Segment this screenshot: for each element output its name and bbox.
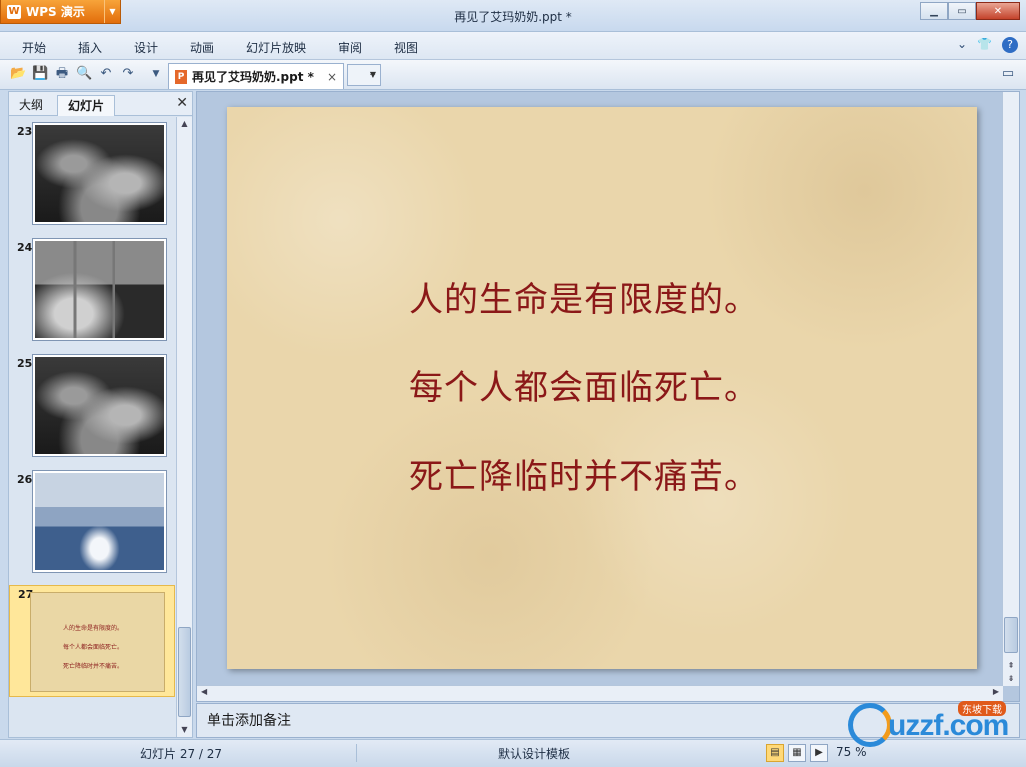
slide-thumbnail-image	[33, 123, 166, 224]
normal-view-icon[interactable]: ▤	[766, 744, 784, 762]
notes-placeholder: 单击添加备注	[207, 713, 291, 729]
mini-slide-line: 人的生命是有限度的。	[63, 625, 124, 632]
site-watermark: uzzf.com 东坡下载	[848, 701, 1018, 749]
window-title: 再见了艾玛奶奶.ppt *	[454, 10, 572, 24]
ppt-file-icon: P	[175, 69, 187, 84]
slides-panel: 大纲 幻灯片 ✕ 23 24 25 26 27 人的生命是有限度的。 每个人都会…	[8, 91, 193, 738]
scrollbar-thumb[interactable]	[1004, 617, 1018, 653]
slide-horizontal-scrollbar[interactable]: ◀ ▶	[197, 685, 1003, 701]
previous-slide-icon[interactable]: ⇞	[1003, 660, 1019, 672]
tab-outline[interactable]: 大纲	[9, 95, 53, 116]
slideshow-view-icon[interactable]: ▶	[810, 744, 828, 762]
minimize-button[interactable]: ▁	[920, 2, 948, 20]
restore-pane-icon[interactable]: ▭	[1000, 66, 1016, 82]
slide-thumbnail-24[interactable]: 24	[9, 239, 175, 349]
scroll-left-icon[interactable]: ◀	[201, 687, 207, 696]
next-slide-icon[interactable]: ⇟	[1003, 673, 1019, 685]
close-tab-icon[interactable]: ×	[327, 70, 337, 84]
slide-thumbnail-25[interactable]: 25	[9, 355, 175, 465]
mini-slide-line: 每个人都会面临死亡。	[63, 644, 124, 651]
print-icon[interactable]: 🖶	[54, 66, 70, 82]
slide-thumbnail-27[interactable]: 27 人的生命是有限度的。 每个人都会面临死亡。 死亡降临时并不痛苦。	[9, 585, 175, 697]
slide-thumbnail-list: 23 24 25 26 27 人的生命是有限度的。 每个人都会面临死亡。 死亡降…	[9, 117, 175, 737]
redo-icon[interactable]: ↷	[120, 66, 136, 82]
slide-number: 23	[17, 125, 33, 138]
open-folder-icon[interactable]: 📂	[10, 66, 26, 82]
current-slide[interactable]: 人的生命是有限度的。 每个人都会面临死亡。 死亡降临时并不痛苦。	[227, 107, 977, 669]
menu-item-view[interactable]: 视图	[394, 39, 418, 56]
scrollbar-thumb[interactable]	[178, 627, 191, 717]
scroll-up-icon[interactable]: ▲	[177, 117, 192, 131]
undo-icon[interactable]: ↶	[98, 66, 114, 82]
slide-number: 25	[17, 357, 33, 370]
slide-thumbnail-image	[33, 471, 166, 572]
thumbnail-scrollbar[interactable]: ▲ ▼	[176, 117, 192, 737]
collapse-ribbon-icon[interactable]: ⌄	[957, 37, 967, 53]
maximize-button[interactable]: ▭	[948, 2, 976, 20]
slide-number: 24	[17, 241, 33, 254]
close-panel-icon[interactable]: ✕	[176, 95, 188, 111]
scroll-down-icon[interactable]: ▼	[177, 723, 192, 737]
menu-item-animation[interactable]: 动画	[190, 39, 214, 56]
slide-thumbnail-26[interactable]: 26	[9, 471, 175, 581]
skin-icon[interactable]: 👕	[977, 37, 992, 53]
menu-item-insert[interactable]: 插入	[78, 39, 102, 56]
quick-access-toolbar: 📂 💾 🖶 🔍 ↶ ↷ ▼ P 再见了艾玛奶奶.ppt * × + ▼ ▭	[0, 60, 1026, 90]
customize-toolbar-icon[interactable]: ▼	[148, 66, 164, 82]
menu-item-home[interactable]: 开始	[22, 39, 46, 56]
chevron-down-icon: ▼	[369, 70, 376, 79]
menu-bar: 开始 插入 设计 动画 幻灯片放映 审阅 视图 ⌄ 👕 ?	[0, 32, 1026, 60]
slide-counter: 幻灯片 27 / 27	[140, 747, 223, 761]
document-tab[interactable]: P 再见了艾玛奶奶.ppt * ×	[168, 63, 344, 89]
new-tab-button[interactable]: + ▼	[347, 64, 381, 86]
slide-text-line-2[interactable]: 每个人都会面临死亡。	[409, 360, 759, 409]
slide-text-line-1[interactable]: 人的生命是有限度的。	[409, 272, 759, 321]
menu-item-review[interactable]: 审阅	[338, 39, 362, 56]
document-tab-label: 再见了艾玛奶奶.ppt *	[192, 70, 314, 84]
slide-thumbnail-image: 人的生命是有限度的。 每个人都会面临死亡。 死亡降临时并不痛苦。	[30, 592, 165, 692]
help-icon[interactable]: ?	[1002, 37, 1018, 53]
slide-thumbnail-image	[33, 355, 166, 456]
slide-thumbnail-23[interactable]: 23	[9, 123, 175, 233]
slide-number: 26	[17, 473, 33, 486]
status-divider	[356, 744, 357, 762]
slide-text-line-3[interactable]: 死亡降临时并不痛苦。	[409, 449, 759, 498]
slide-sorter-view-icon[interactable]: ▦	[788, 744, 806, 762]
window-controls: ▁ ▭ ✕	[920, 2, 1020, 20]
watermark-logo-icon	[848, 703, 892, 747]
slide-thumbnail-image	[33, 239, 166, 340]
panel-tabs: 大纲 幻灯片 ✕	[9, 92, 192, 116]
close-button[interactable]: ✕	[976, 2, 1020, 20]
save-icon[interactable]: 💾	[32, 66, 48, 82]
slide-editor: 人的生命是有限度的。 每个人都会面临死亡。 死亡降临时并不痛苦。 ⇞ ⇟ ◀ ▶	[196, 91, 1020, 702]
tab-slides[interactable]: 幻灯片	[57, 95, 116, 116]
title-bar: W WPS 演示 ▼ 再见了艾玛奶奶.ppt * ▁ ▭ ✕	[0, 0, 1026, 32]
design-template-label[interactable]: 默认设计模板	[498, 745, 570, 762]
scroll-right-icon[interactable]: ▶	[993, 687, 999, 696]
menu-item-design[interactable]: 设计	[134, 39, 158, 56]
print-preview-icon[interactable]: 🔍	[76, 66, 92, 82]
mini-slide-line: 死亡降临时并不痛苦。	[63, 663, 124, 670]
watermark-tag: 东坡下载	[958, 701, 1006, 716]
menu-right-tools: ⌄ 👕 ?	[957, 37, 1018, 53]
menu-item-slideshow[interactable]: 幻灯片放映	[246, 39, 306, 56]
slide-vertical-scrollbar[interactable]: ⇞ ⇟	[1002, 92, 1019, 686]
